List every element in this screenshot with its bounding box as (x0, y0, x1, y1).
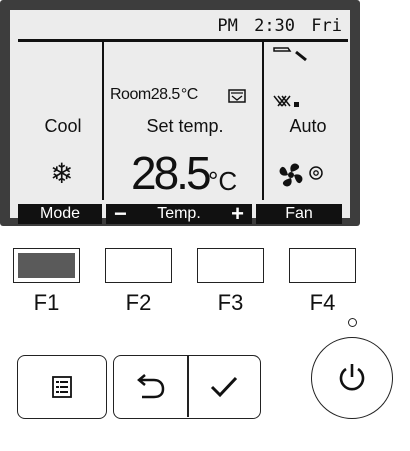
clock-time: 2:30 (254, 16, 296, 36)
mode-value: Cool (44, 116, 82, 136)
fan-small-icon (309, 166, 323, 180)
f2-button[interactable] (105, 248, 172, 283)
f1-button[interactable] (13, 248, 80, 283)
f4-label: F4 (309, 290, 336, 315)
power-indicator-led (348, 318, 357, 327)
return-ok-group (113, 355, 261, 419)
set-temp-unit: °C (208, 166, 238, 196)
fbar-temp-minus: − (114, 201, 127, 226)
column-divider-right (262, 42, 264, 200)
set-temp-label: Set temp. (146, 116, 224, 136)
fbar-temp: − Temp. + (106, 201, 252, 226)
f1-label: F1 (33, 290, 60, 315)
room-temp: Room28.5°C (110, 86, 198, 104)
fbar-temp-plus: + (231, 201, 244, 226)
fbar-fan-label: Fan (256, 204, 342, 224)
room-temp-unit: °C (180, 86, 198, 103)
f3-label: F3 (217, 290, 244, 315)
filter-icon (228, 89, 246, 103)
column-divider-left (102, 42, 104, 200)
menu-icon (52, 376, 72, 398)
f3-button[interactable] (197, 248, 264, 283)
lcd-screen: PM 2:30 Fri Cool ❄ Room28.5°C Set temp. … (10, 10, 350, 225)
fan-icon (279, 163, 303, 187)
clock: PM 2:30 Fri (10, 16, 342, 36)
menu-button[interactable] (17, 355, 107, 419)
fan-speed-value: Auto (289, 116, 327, 136)
clock-ampm: PM (217, 16, 238, 36)
louver-icon (273, 95, 299, 107)
power-icon (339, 364, 365, 391)
f2-label: F2 (125, 290, 152, 315)
check-icon (210, 376, 238, 398)
header-divider (18, 39, 348, 42)
f1-button-fill (18, 253, 75, 278)
snowflake-icon: ❄ (50, 158, 74, 189)
power-button[interactable] (311, 337, 393, 419)
vane-icon (273, 47, 307, 62)
room-label: Room (110, 86, 151, 103)
ok-button[interactable] (189, 356, 259, 417)
return-icon (137, 374, 165, 399)
fbar-mode-label: Mode (18, 204, 102, 224)
fbar-temp-label: Temp. (157, 205, 201, 222)
room-temp-value: 28.5 (150, 86, 181, 103)
return-button[interactable] (114, 356, 187, 417)
set-temp-value: 28.5 (131, 147, 212, 199)
clock-day: Fri (311, 16, 342, 36)
f4-button[interactable] (289, 248, 356, 283)
